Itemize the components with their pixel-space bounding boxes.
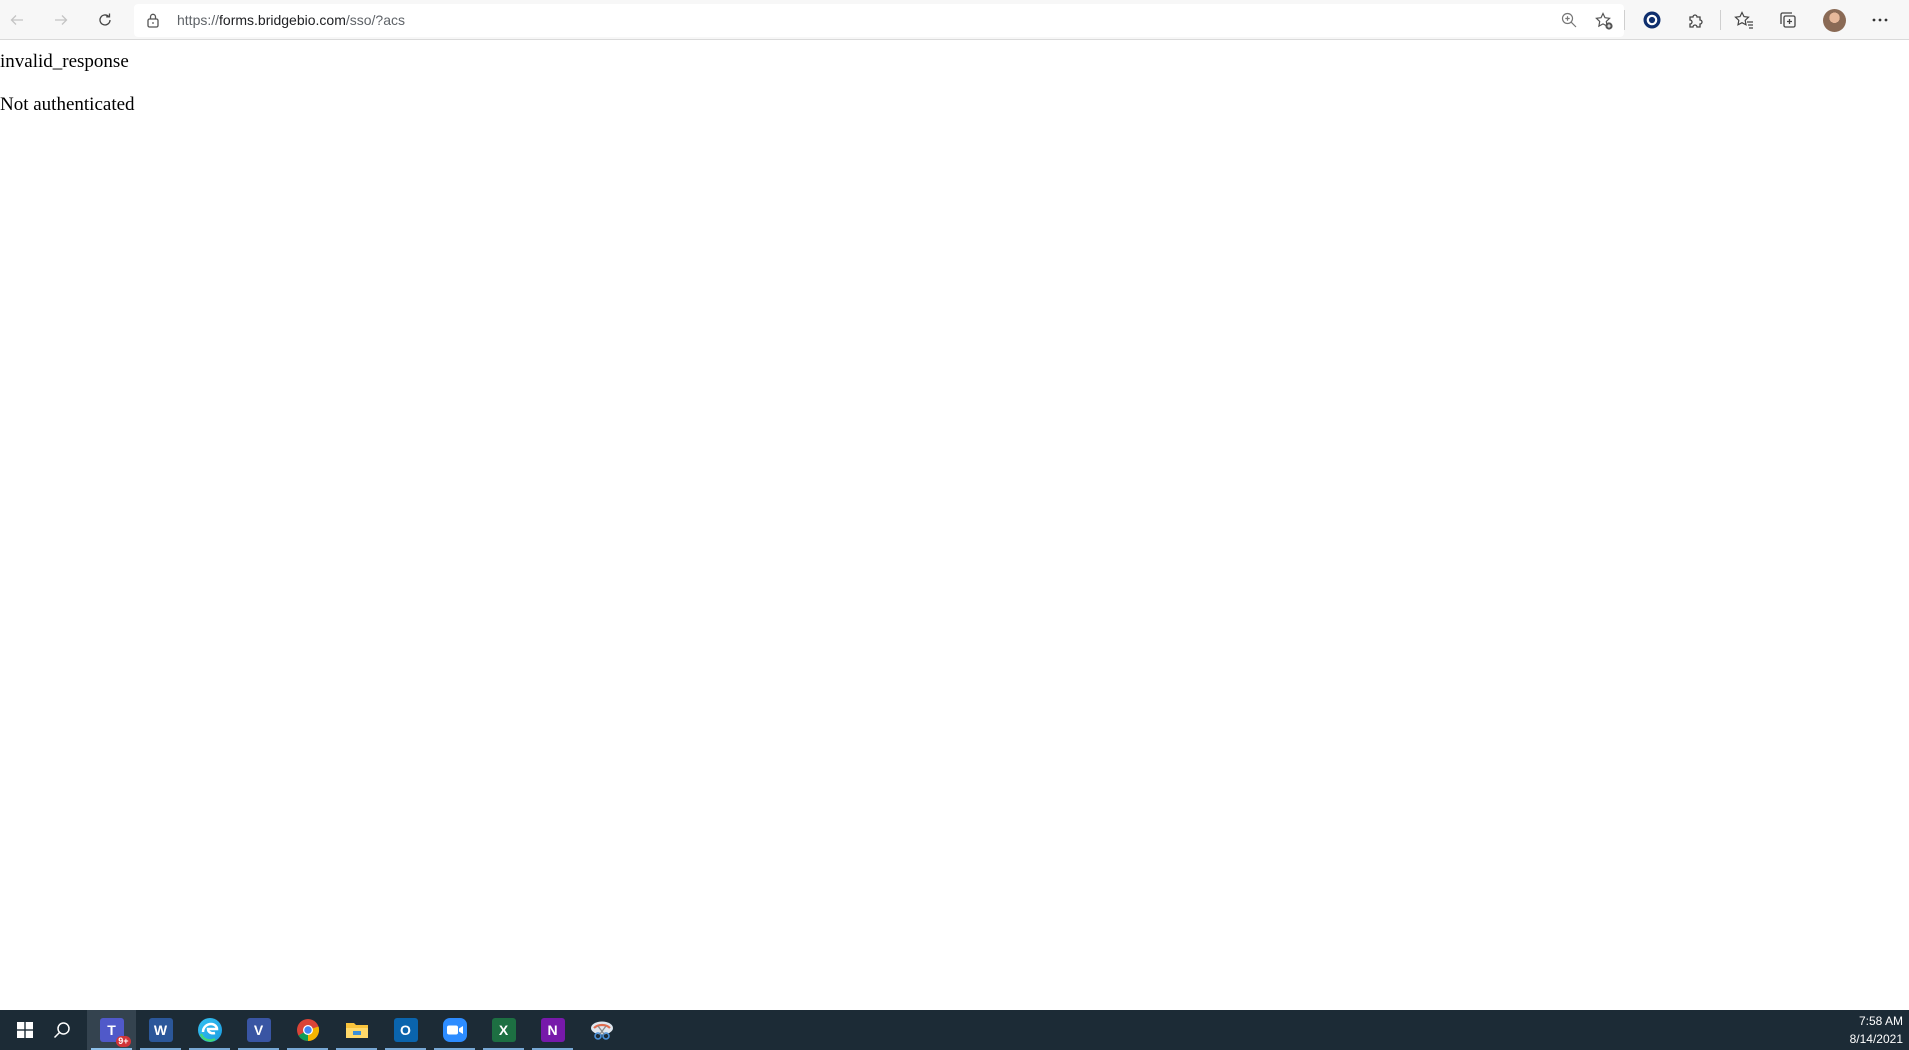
snipping-tool-icon xyxy=(590,1021,613,1040)
back-icon xyxy=(10,15,23,25)
taskbar-app-outlook[interactable]: O xyxy=(381,1010,430,1050)
zoom-video-icon xyxy=(442,1018,467,1042)
taskbar-app-edge[interactable] xyxy=(185,1010,234,1050)
taskbar-app-word[interactable]: W xyxy=(136,1010,185,1050)
favorites-icon xyxy=(1734,11,1753,29)
url-host: forms.bridgebio.com xyxy=(219,12,346,28)
extension-button[interactable] xyxy=(1638,6,1666,34)
add-favorite-icon[interactable] xyxy=(1594,11,1614,31)
collections-button[interactable] xyxy=(1774,6,1802,34)
forward-button[interactable] xyxy=(47,6,75,34)
outlook-icon: O xyxy=(393,1018,418,1042)
chrome-icon xyxy=(296,1019,319,1042)
taskbar-app-snipping[interactable] xyxy=(577,1010,626,1050)
url-path: /sso/?acs xyxy=(345,12,405,28)
more-icon xyxy=(1872,18,1888,22)
refresh-icon xyxy=(99,13,111,26)
lock-icon[interactable] xyxy=(146,12,160,28)
visio-icon: V xyxy=(246,1018,271,1042)
taskbar-app-chrome[interactable] xyxy=(283,1010,332,1050)
collections-icon xyxy=(1780,12,1796,28)
toolbar-separator xyxy=(1720,10,1721,30)
refresh-button[interactable] xyxy=(91,6,119,34)
back-button[interactable] xyxy=(3,6,31,34)
error-code-text: invalid_response xyxy=(0,51,129,72)
taskbar: T 9+ W V O X N 7:58 AM 8/14/2021 xyxy=(0,1010,1909,1050)
system-clock[interactable]: 7:58 AM 8/14/2021 xyxy=(1833,1012,1903,1048)
teams-icon: T 9+ xyxy=(99,1018,131,1047)
forward-icon xyxy=(55,15,68,25)
excel-icon: X xyxy=(491,1018,516,1042)
url-text[interactable]: https://forms.bridgebio.com/sso/?acs xyxy=(177,4,405,37)
extensions-puzzle-icon xyxy=(1689,14,1703,28)
folder-icon xyxy=(345,1023,368,1038)
search-button[interactable] xyxy=(37,1010,86,1050)
favorites-button[interactable] xyxy=(1730,6,1758,34)
more-button[interactable] xyxy=(1866,6,1894,34)
taskbar-app-zoom[interactable] xyxy=(430,1010,479,1050)
error-message-text: Not authenticated xyxy=(0,94,135,115)
search-icon xyxy=(53,1022,70,1039)
onenote-icon: N xyxy=(540,1018,565,1042)
profile-avatar[interactable] xyxy=(1823,9,1846,32)
zoom-icon[interactable] xyxy=(1560,11,1578,29)
url-scheme: https:// xyxy=(177,12,220,28)
taskbar-app-onenote[interactable]: N xyxy=(528,1010,577,1050)
taskbar-app-excel[interactable]: X xyxy=(479,1010,528,1050)
notification-badge: 9+ xyxy=(116,1036,131,1047)
taskbar-app-file-explorer[interactable] xyxy=(332,1010,381,1050)
address-bar[interactable]: https://forms.bridgebio.com/sso/?acs xyxy=(134,4,1624,37)
clock-date: 8/14/2021 xyxy=(1849,1032,1903,1046)
browser-toolbar: https://forms.bridgebio.com/sso/?acs xyxy=(0,0,1909,40)
edge-icon xyxy=(197,1018,222,1042)
clock-time: 7:58 AM xyxy=(1858,1014,1903,1028)
windows-logo-icon xyxy=(16,1022,33,1038)
taskbar-app-teams[interactable]: T 9+ xyxy=(87,1010,136,1050)
taskbar-app-visio[interactable]: V xyxy=(234,1010,283,1050)
extension-o-icon xyxy=(1643,11,1661,29)
word-icon: W xyxy=(148,1018,173,1042)
toolbar-separator xyxy=(1624,10,1625,30)
extensions-button[interactable] xyxy=(1682,6,1710,34)
